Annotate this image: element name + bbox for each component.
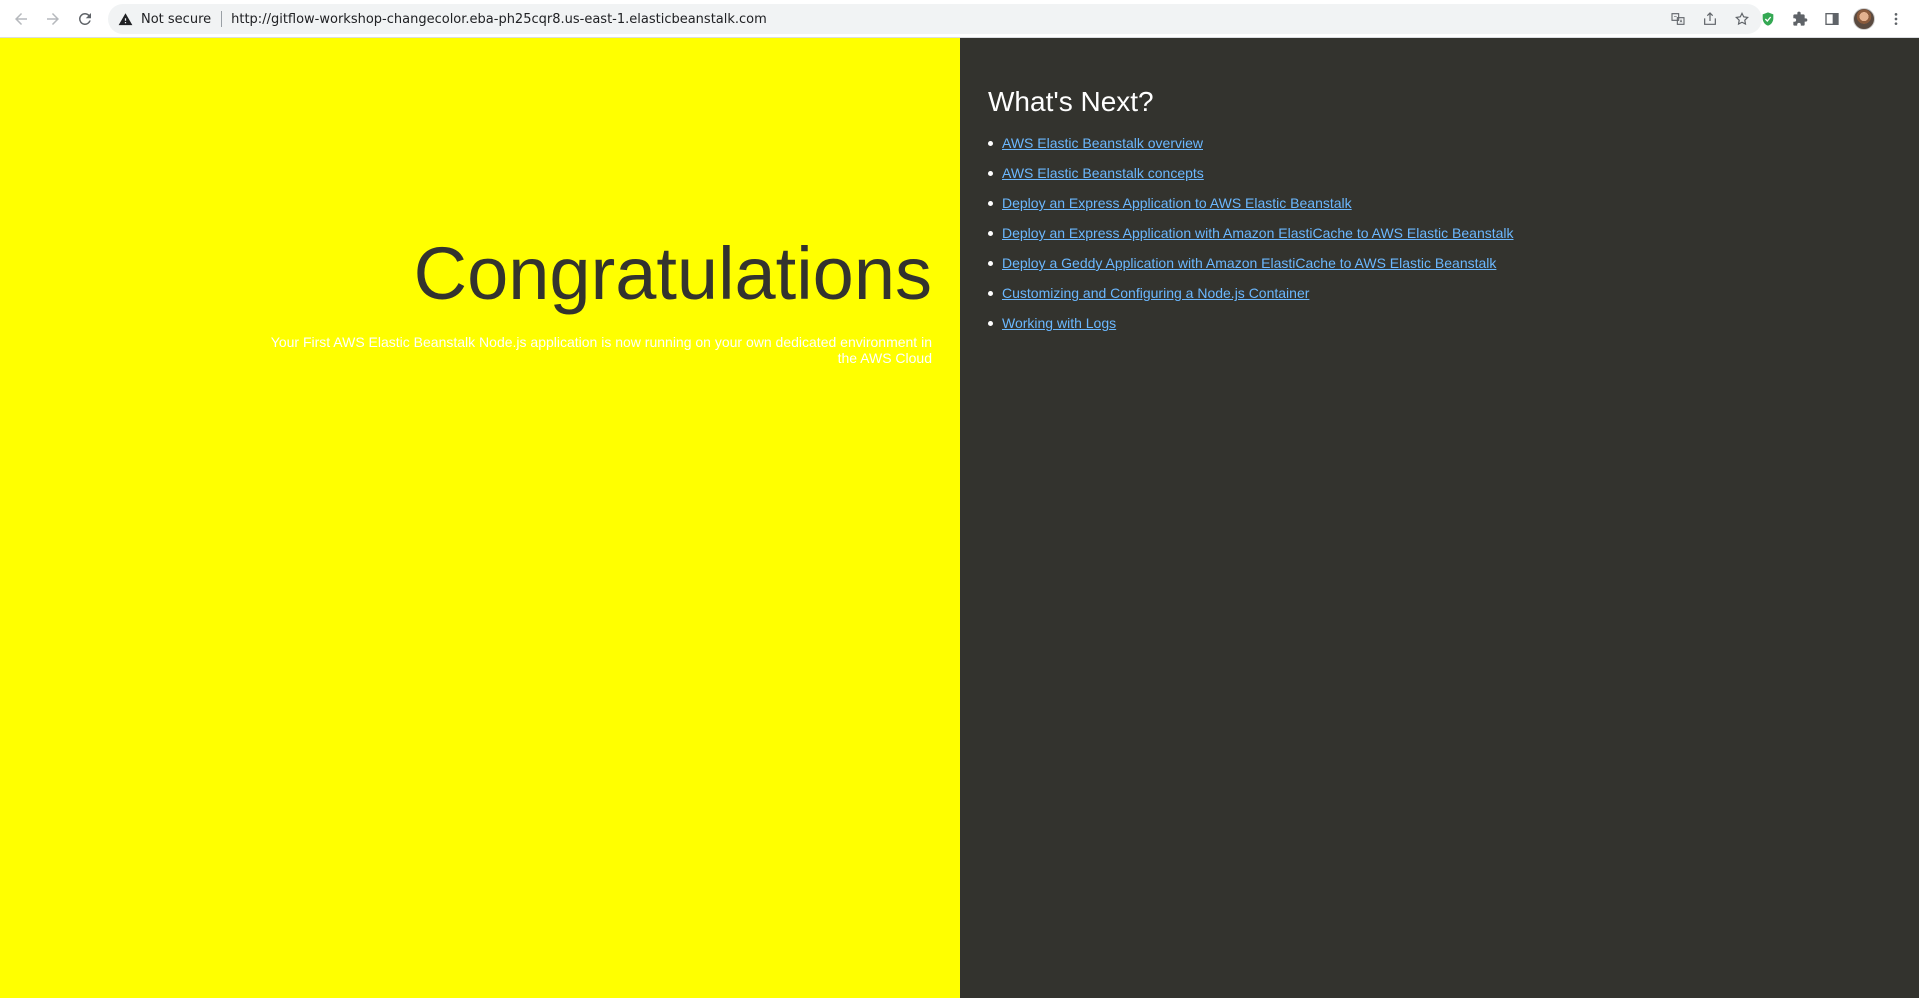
list-item: Deploy a Geddy Application with Amazon E… (988, 254, 1514, 284)
page-viewport: Congratulations Your First AWS Elastic B… (0, 38, 1919, 998)
link-working-with-logs[interactable]: Working with Logs (1002, 315, 1116, 331)
reload-icon (78, 12, 91, 25)
link-beanstalk-concepts[interactable]: AWS Elastic Beanstalk concepts (1002, 165, 1204, 181)
link-deploy-express[interactable]: Deploy an Express Application to AWS Ela… (1002, 195, 1352, 211)
link-beanstalk-overview[interactable]: AWS Elastic Beanstalk overview (1002, 135, 1203, 151)
link-deploy-express-elasticache[interactable]: Deploy an Express Application with Amazo… (1002, 225, 1514, 241)
url-text[interactable]: http://gitflow-workshop-changecolor.eba-… (231, 12, 767, 27)
list-item: Deploy an Express Application to AWS Ela… (988, 194, 1514, 224)
forward-button[interactable] (37, 3, 69, 35)
whats-next-title: What's Next? (988, 86, 1154, 117)
share-icon[interactable] (1698, 7, 1722, 31)
warning-triangle-icon[interactable] (118, 11, 134, 27)
page-headline: Congratulations (413, 232, 932, 315)
puzzle-icon[interactable] (1787, 6, 1813, 32)
address-bar[interactable]: Not secure http://gitflow-workshop-chang… (108, 4, 1762, 34)
browser-toolbar: Not secure http://gitflow-workshop-chang… (0, 0, 1919, 38)
list-item: AWS Elastic Beanstalk concepts (988, 164, 1514, 194)
link-customizing-nodejs-container[interactable]: Customizing and Configuring a Node.js Co… (1002, 285, 1309, 301)
more-vertical-icon[interactable] (1883, 6, 1909, 32)
list-item: Deploy an Express Application with Amazo… (988, 224, 1514, 254)
address-bar-actions (1666, 4, 1754, 34)
link-deploy-geddy-elasticache[interactable]: Deploy a Geddy Application with Amazon E… (1002, 255, 1496, 271)
reload-button[interactable] (69, 3, 101, 35)
translate-icon[interactable] (1666, 7, 1690, 31)
avatar (1853, 8, 1875, 30)
resource-link-list: AWS Elastic Beanstalk overview AWS Elast… (988, 134, 1514, 344)
page-subtext: Your First AWS Elastic Beanstalk Node.js… (270, 334, 932, 366)
whats-next-panel: What's Next? AWS Elastic Beanstalk overv… (960, 38, 1919, 998)
list-item: Working with Logs (988, 314, 1514, 344)
back-arrow-icon (15, 12, 27, 25)
shield-check-icon[interactable] (1755, 6, 1781, 32)
profile-button[interactable] (1851, 6, 1877, 32)
address-divider (221, 11, 223, 27)
side-panel-icon[interactable] (1819, 6, 1845, 32)
star-icon[interactable] (1730, 7, 1754, 31)
toolbar-actions (1755, 3, 1909, 35)
list-item: AWS Elastic Beanstalk overview (988, 134, 1514, 164)
forward-arrow-icon (47, 12, 59, 25)
back-button[interactable] (5, 3, 37, 35)
list-item: Customizing and Configuring a Node.js Co… (988, 284, 1514, 314)
security-status-label[interactable]: Not secure (141, 12, 211, 27)
congratulations-panel: Congratulations Your First AWS Elastic B… (0, 38, 960, 998)
